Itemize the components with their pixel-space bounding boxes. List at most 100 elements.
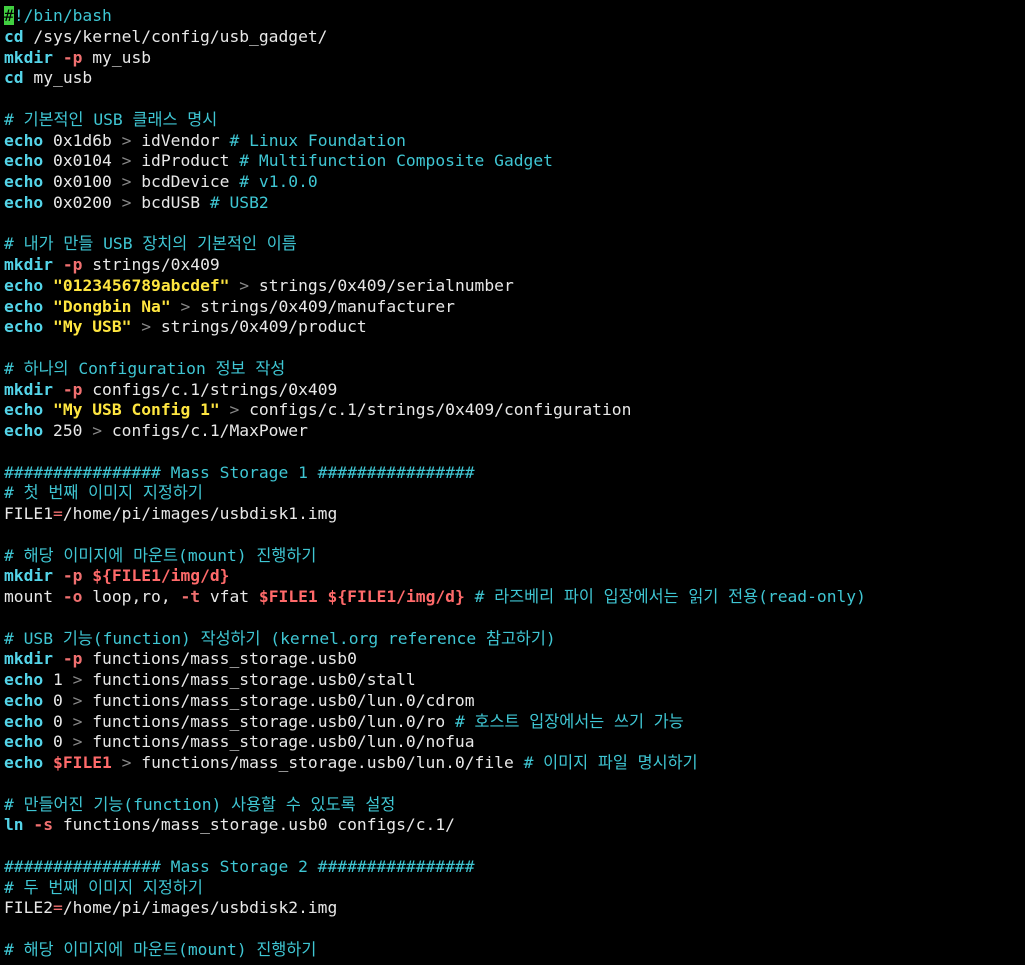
- code-line: echo 0x1d6b > idVendor # Linux Foundatio…: [4, 131, 1025, 152]
- code-token-default: 0: [43, 732, 73, 752]
- code-token-keyword: echo: [4, 130, 44, 150]
- code-line: echo "My USB Config 1" > configs/c.1/str…: [4, 400, 1025, 421]
- code-token-default: [112, 753, 122, 772]
- code-token-comment: # USB 기능(function) 작성하기 (kernel.org refe…: [4, 628, 556, 648]
- code-token-keyword: echo: [4, 151, 44, 171]
- code-token-comment: # Multifunction Composite Gadget: [239, 151, 553, 171]
- code-token-keyword: echo: [4, 753, 44, 772]
- code-line: # 내가 만들 USB 장치의 기본적인 이름: [4, 234, 1025, 255]
- code-token-string: "My USB Config 1": [53, 400, 220, 420]
- code-token-comment: ################ Mass Storage 2 ########…: [4, 856, 475, 876]
- code-token-default: configs/c.1/strings/0x409/configuration: [239, 400, 632, 420]
- code-token-comment: # Linux Foundation: [229, 130, 406, 150]
- code-token-keyword: echo: [4, 317, 44, 337]
- code-token-flag: -p: [62, 649, 83, 669]
- terminal-editor[interactable]: #!/bin/bash cd /sys/kernel/config/usb_gad…: [0, 0, 1025, 965]
- code-token-default: 0x0200: [43, 192, 122, 212]
- code-token-default: [318, 587, 328, 606]
- code-token-default: 250: [43, 421, 93, 440]
- code-line: FILE2=/home/pi/images/usbdisk2.img: [4, 898, 1025, 919]
- code-token-keyword: mkdir: [4, 379, 54, 399]
- code-line: # 기본적인 USB 클래스 명시: [4, 110, 1025, 131]
- code-line: mkdir -p strings/0x409: [4, 255, 1025, 276]
- code-token-comment: # 해당 이미지에 마운트(mount) 진행하기: [4, 545, 317, 565]
- code-token-keyword: echo: [4, 275, 44, 295]
- code-line: echo 250 > configs/c.1/MaxPower: [4, 421, 1025, 442]
- code-token-default: bcdUSB: [131, 192, 210, 212]
- code-token-default: 1: [43, 670, 73, 689]
- code-line: #!/bin/bash: [4, 6, 1025, 27]
- code-token-flag: =: [53, 504, 63, 523]
- code-token-comment: # 첫 번째 이미지 지정하기: [4, 483, 203, 503]
- code-token-operator: >: [121, 130, 132, 150]
- code-token-keyword: echo: [4, 711, 44, 731]
- code-line: ################ Mass Storage 2 ########…: [4, 857, 1025, 878]
- code-token-operator: >: [72, 732, 83, 752]
- code-line: echo 0x0200 > bcdUSB # USB2: [4, 193, 1025, 214]
- code-token-keyword: ln: [4, 815, 24, 835]
- code-token-flag: -p: [62, 255, 83, 274]
- code-token-default: vfat: [200, 587, 259, 606]
- code-token-default: [465, 587, 475, 606]
- code-token-default: functions/mass_storage.usb0 configs/c.1/: [53, 815, 455, 835]
- code-token-keyword: mkdir: [4, 566, 54, 586]
- code-token-default: [24, 815, 34, 834]
- code-token-keyword: echo: [4, 670, 44, 689]
- code-token-comment: # 호스트 입장에서는 쓰기 가능: [454, 711, 684, 731]
- code-token-default: [229, 276, 239, 295]
- code-token-default: [53, 48, 63, 67]
- code-token-default: 0: [43, 690, 73, 710]
- code-token-operator: >: [229, 400, 240, 420]
- code-token-default: 0x0104: [43, 151, 122, 171]
- code-token-string: "Dongbin Na": [53, 296, 171, 316]
- code-token-default: [53, 255, 63, 274]
- code-line: echo 0 > functions/mass_storage.usb0/lun…: [4, 732, 1025, 753]
- code-token-default: functions/mass_storage.usb0/lun.0/ro: [82, 711, 455, 731]
- code-line: # USB 기능(function) 작성하기 (kernel.org refe…: [4, 629, 1025, 650]
- code-line: echo 1 > functions/mass_storage.usb0/sta…: [4, 670, 1025, 691]
- code-line: mkdir -p my_usb: [4, 48, 1025, 69]
- code-token-operator: >: [180, 296, 191, 316]
- code-token-keyword: cd: [4, 68, 24, 88]
- code-line: ################ Mass Storage 1 ########…: [4, 463, 1025, 484]
- code-token-keyword: mkdir: [4, 649, 54, 669]
- code-token-default: strings/0x409: [82, 255, 220, 274]
- code-token-flag: -t: [180, 587, 201, 606]
- code-token-comment: # 이미지 파일 명시하기: [523, 753, 698, 772]
- code-line: mkdir -p ${FILE1/img/d}: [4, 566, 1025, 587]
- code-line: # 해당 이미지에 마운트(mount) 진행하기: [4, 940, 1025, 961]
- code-token-comment: # 해당 이미지에 마운트(mount) 진행하기: [4, 939, 317, 959]
- code-line: ln -s functions/mass_storage.usb0 config…: [4, 815, 1025, 836]
- code-token-flag: -s: [33, 815, 54, 835]
- code-token-operator: >: [72, 690, 83, 710]
- code-token-flag: =: [53, 898, 63, 918]
- code-token-operator: >: [72, 711, 83, 731]
- code-token-keyword: echo: [4, 296, 44, 316]
- code-line: echo "Dongbin Na" > strings/0x409/manufa…: [4, 297, 1025, 318]
- code-line: # 하나의 Configuration 정보 작성: [4, 359, 1025, 380]
- code-token-default: [43, 276, 53, 295]
- code-token-default: FILE1: [4, 504, 54, 523]
- code-token-comment: # 기본적인 USB 클래스 명시: [4, 109, 218, 129]
- code-line: cd my_usb: [4, 68, 1025, 89]
- code-line: cd /sys/kernel/config/usb_gadget/: [4, 27, 1025, 48]
- code-token-default: /home/pi/images/usbdisk2.img: [62, 898, 338, 918]
- code-line: mkdir -p functions/mass_storage.usb0: [4, 649, 1025, 670]
- code-token-keyword: echo: [4, 192, 44, 212]
- code-token-default: 0x1d6b: [43, 130, 122, 150]
- code-token-default: [43, 400, 53, 419]
- code-token-keyword: echo: [4, 172, 44, 191]
- code-token-comment: # 하나의 Configuration 정보 작성: [4, 358, 286, 378]
- code-token-flag: -o: [62, 587, 83, 606]
- code-token-default: functions/mass_storage.usb0: [82, 649, 357, 669]
- code-token-operator: >: [141, 317, 152, 337]
- code-token-default: functions/mass_storage.usb0/lun.0/nofua: [82, 732, 475, 752]
- code-token-default: functions/mass_storage.usb0/lun.0/file: [131, 753, 524, 772]
- code-token-default: [220, 400, 230, 419]
- code-token-string: "0123456789abcdef": [53, 275, 230, 295]
- code-token-operator: >: [121, 753, 132, 772]
